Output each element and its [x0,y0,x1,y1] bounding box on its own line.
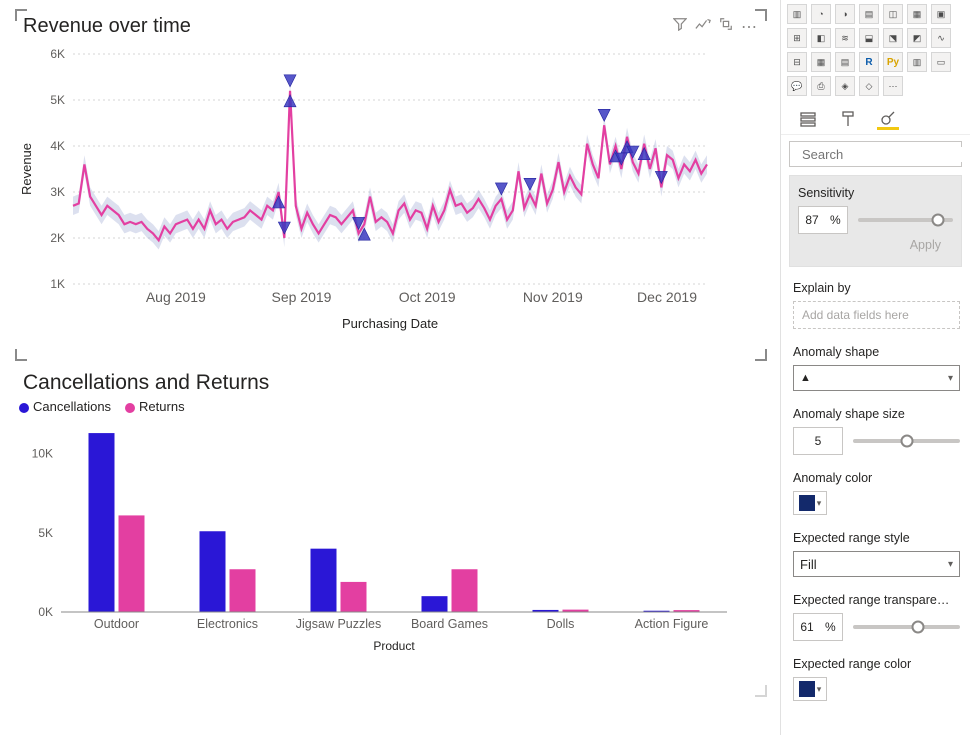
svg-text:Aug 2019: Aug 2019 [146,289,206,305]
tab-analytics[interactable] [877,108,899,130]
viz-type-icon[interactable]: ▤ [859,4,879,24]
viz-type-icon[interactable]: ⊟ [787,52,807,72]
viz-type-icon[interactable]: ⊞ [787,28,807,48]
viz-type-icon[interactable]: ◧ [811,28,831,48]
svg-text:10K: 10K [32,447,53,461]
sensitivity-slider[interactable] [858,218,953,222]
sensitivity-value-box[interactable]: 87 % [798,206,848,234]
viz-type-icon[interactable]: ⎙ [811,76,831,96]
apply-button[interactable]: Apply [910,238,941,252]
analytics-icon[interactable] [695,17,711,37]
viz-type-icon[interactable]: ◫ [883,4,903,24]
resize-handle-br[interactable] [755,349,767,361]
tab-format[interactable] [837,108,859,130]
viz-type-icon[interactable]: ⬔ [883,28,903,48]
panel-search[interactable] [789,141,962,167]
svg-text:5K: 5K [50,93,65,107]
expected-range-transparency-label: Expected range transpare… [793,593,960,607]
viz-type-icon[interactable]: ▥ [787,4,807,24]
sensitivity-group: Sensitivity 87 % Apply [789,175,962,267]
visual-revenue-over-time[interactable]: ⋯ Revenue over time 1K 2K 3K 4K 5K 6K Revenue A… [16,10,766,360]
panel-search-input[interactable] [802,147,970,162]
viz-type-icon[interactable]: ∿ [931,28,951,48]
viz-type-icon[interactable]: ≋ [835,28,855,48]
anomaly-shape-size-label: Anomaly shape size [793,407,960,421]
explain-by-field-well[interactable]: Add data fields here [793,301,960,329]
viz-type-icon[interactable]: ▦ [811,52,831,72]
sensitivity-label: Sensitivity [798,186,953,200]
svg-text:Electronics: Electronics [197,617,258,631]
viz-type-icon[interactable]: ▦ [907,4,927,24]
expected-range-style-select[interactable]: Fill▾ [793,551,960,577]
filter-icon[interactable] [673,17,687,37]
explain-by-label: Explain by [793,281,960,295]
expected-range-transparency-box[interactable]: 61 % [793,613,843,641]
svg-text:0K: 0K [38,605,53,619]
svg-text:Action Figure: Action Figure [635,617,709,631]
resize-handle-br[interactable] [755,685,767,697]
viz-type-icon[interactable]: ▭ [931,52,951,72]
svg-text:Jigsaw Puzzles: Jigsaw Puzzles [296,617,381,631]
svg-text:Sep 2019: Sep 2019 [271,289,331,305]
focus-mode-icon[interactable] [719,17,733,37]
format-panel: ▥◔◑▤◫▦▣⊞◧≋⬓⬔◩∿⊟▦▤RPy▥▭💬⎙◈◇⋯ Sensitivity … [780,0,970,735]
anomaly-color-swatch[interactable]: ▾ [793,491,827,515]
svg-text:5K: 5K [38,526,53,540]
viz-type-icon[interactable]: ⋯ [883,76,903,96]
viz-type-icon[interactable]: ◔ [811,4,831,24]
viz-type-icon[interactable]: 💬 [787,76,807,96]
more-options-icon[interactable]: ⋯ [741,17,759,37]
visualization-gallery: ▥◔◑▤◫▦▣⊞◧≋⬓⬔◩∿⊟▦▤RPy▥▭💬⎙◈◇⋯ [781,0,970,102]
viz-type-icon[interactable]: ◑ [835,4,855,24]
svg-text:Revenue: Revenue [19,143,34,195]
anomaly-shape-size-box[interactable]: 5 [793,427,843,455]
svg-text:Dec 2019: Dec 2019 [637,289,697,305]
svg-text:4K: 4K [50,139,65,153]
anomaly-shape-label: Anomaly shape [793,345,960,359]
visual-cancellations-returns[interactable]: Cancellations and Returns Cancellations … [16,366,766,696]
viz-type-icon[interactable]: R [859,52,879,72]
svg-text:Product: Product [373,639,415,653]
svg-text:Board Games: Board Games [411,617,488,631]
svg-text:Outdoor: Outdoor [94,617,139,631]
viz-type-icon[interactable]: Py [883,52,903,72]
chart1-title: Revenue over time [17,11,765,38]
anomaly-color-label: Anomaly color [793,471,960,485]
legend-item-returns[interactable]: Returns [125,399,185,414]
panel-tabs [781,102,970,135]
chart2-legend: Cancellations Returns [17,395,765,416]
anomaly-shape-size-slider[interactable] [853,439,960,443]
viz-type-icon[interactable]: ⬓ [859,28,879,48]
viz-type-icon[interactable]: ◈ [835,76,855,96]
legend-item-cancellations[interactable]: Cancellations [19,399,111,414]
tab-fields[interactable] [797,108,819,130]
expected-range-color-label: Expected range color [793,657,960,671]
expected-range-style-label: Expected range style [793,531,960,545]
svg-text:6K: 6K [50,47,65,61]
viz-type-icon[interactable]: ▣ [931,4,951,24]
svg-text:3K: 3K [50,185,65,199]
viz-type-icon[interactable]: ◇ [859,76,879,96]
chart1-plot: 1K 2K 3K 4K 5K 6K Revenue Aug 2019 Sep 2019 Oct 2… [17,38,717,338]
viz-type-icon[interactable]: ▤ [835,52,855,72]
chart2-title: Cancellations and Returns [17,367,765,395]
svg-text:Oct 2019: Oct 2019 [399,289,456,305]
resize-handle-tl[interactable] [15,9,27,21]
svg-text:Dolls: Dolls [547,617,575,631]
anomaly-shape-select[interactable]: ▲▾ [793,365,960,391]
svg-text:Nov 2019: Nov 2019 [523,289,583,305]
svg-text:2K: 2K [50,231,65,245]
svg-text:Purchasing Date: Purchasing Date [342,316,438,331]
chart2-plot: 0K 5K 10K Outdoor Electronics Jigsaw Puzzles B… [17,416,737,676]
expected-range-color-swatch[interactable]: ▾ [793,677,827,701]
resize-handle-bl[interactable] [15,349,27,361]
viz-type-icon[interactable]: ◩ [907,28,927,48]
expected-range-transparency-slider[interactable] [853,625,960,629]
viz-type-icon[interactable]: ▥ [907,52,927,72]
svg-text:1K: 1K [50,277,65,291]
